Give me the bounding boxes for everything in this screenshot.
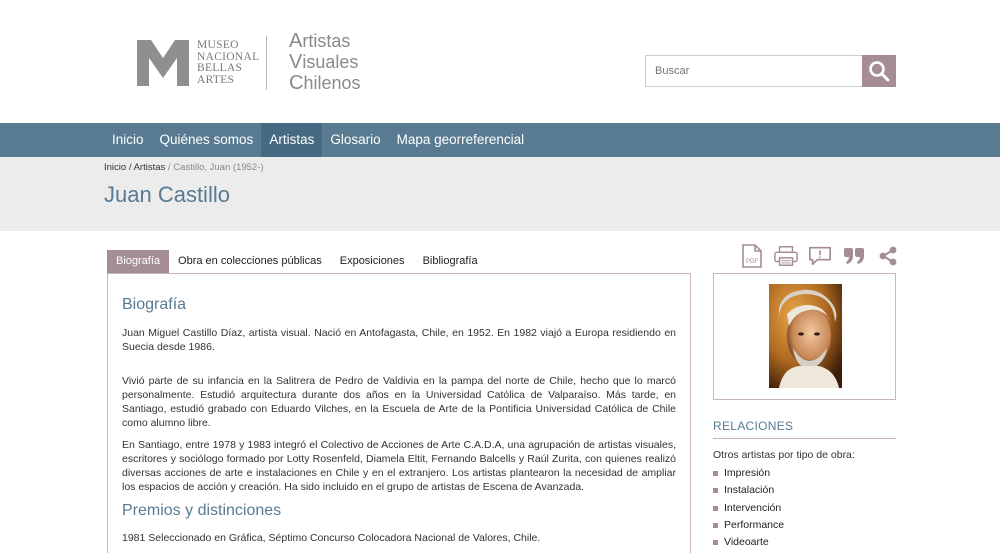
nav-item-mapa[interactable]: Mapa georreferencial [389,123,533,157]
cite-button[interactable] [842,244,866,268]
relation-link-performance[interactable]: Performance [713,517,784,534]
page-title: Juan Castillo [104,182,230,207]
artist-photo[interactable] [769,284,842,388]
tab-obra-colecciones[interactable]: Obra en colecciones públicas [169,250,331,273]
award-item: 1981 Seleccionado en Gráfica, Séptimo Co… [122,532,541,544]
content-tabs: Biografía Obra en colecciones públicas E… [107,250,487,273]
biography-heading: Biografía [122,296,187,313]
museo-logo-icon[interactable] [137,40,189,86]
relation-link-instalacion[interactable]: Instalación [713,482,784,499]
main-nav: Inicio Quiénes somos Artistas Glosario M… [0,123,1000,157]
biography-paragraph: En Santiago, entre 1978 y 1983 integró e… [122,439,676,493]
artistas-visuales-logo[interactable]: Artistas Visuales Chilenos [289,31,361,94]
biography-panel: Biografía Juan Miguel Castillo Díaz, art… [107,273,691,553]
search-icon [869,61,890,82]
site-header: MUSEO NACIONAL BELLAS ARTES Artistas Vis… [0,0,1000,123]
biography-paragraph: Juan Miguel Castillo Díaz, artista visua… [122,327,676,353]
breadcrumb-sep: / [165,162,174,173]
relation-link-videoarte[interactable]: Videoarte [713,534,784,551]
nav-item-inicio[interactable]: Inicio [104,123,152,157]
logo-divider [266,36,267,90]
relations-divider [713,438,896,439]
search-button[interactable] [862,55,896,87]
pdf-button[interactable]: PDF [740,244,764,268]
search-input[interactable] [645,55,863,87]
awards-heading: Premios y distinciones [122,502,282,519]
relations-list: Impresión Instalación Intervención Perfo… [713,465,784,551]
museo-logo-text: MUSEO NACIONAL BELLAS ARTES [197,39,260,86]
pdf-icon: PDF [742,244,762,268]
comment-icon [809,246,831,266]
breadcrumb-artistas[interactable]: Artistas [134,162,166,173]
nav-item-glosario[interactable]: Glosario [322,123,388,157]
comment-button[interactable] [808,244,832,268]
breadcrumb-home[interactable]: Inicio [104,162,126,173]
tool-icons: PDF [740,244,900,268]
breadcrumb: Inicio / Artistas / Castillo, Juan (1952… [104,162,264,173]
share-icon [879,246,897,266]
tab-bibliografia[interactable]: Bibliografía [414,250,487,273]
breadcrumb-current: Castillo, Juan (1952-) [173,162,264,173]
artist-photo-frame [713,273,896,400]
relations-title: RELACIONES [713,419,794,433]
relation-link-impresion[interactable]: Impresión [713,465,784,482]
pdf-icon-label: PDF [746,259,758,265]
artist-portrait-image [769,284,842,388]
tab-biografia[interactable]: Biografía [107,250,170,273]
quote-icon [844,248,864,264]
biography-paragraph: Vivió parte de su infancia en la Salitre… [122,375,676,429]
share-button[interactable] [876,244,900,268]
relation-link-intervencion[interactable]: Intervención [713,500,784,517]
nav-item-artistas[interactable]: Artistas [261,123,323,157]
tab-exposiciones[interactable]: Exposiciones [331,250,414,273]
print-button[interactable] [774,244,798,268]
relations-subtitle: Otros artistas por tipo de obra: [713,449,855,461]
print-icon [774,246,798,266]
breadcrumb-sep: / [126,162,134,173]
nav-item-quienes-somos[interactable]: Quiénes somos [152,123,262,157]
